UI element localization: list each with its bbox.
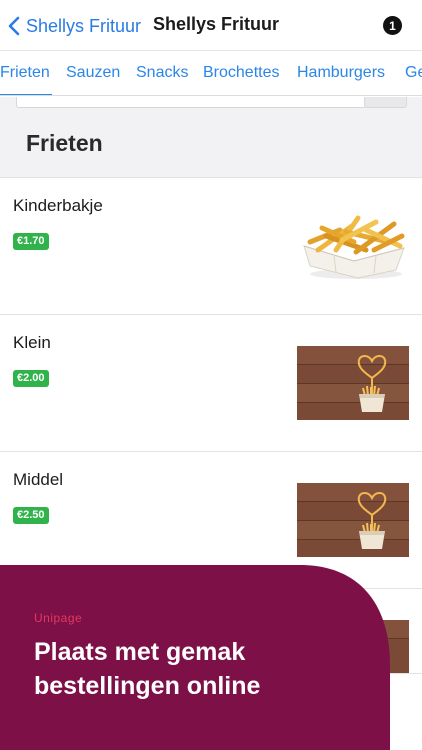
category-tabs: Frieten Sauzen Snacks Brochettes Hamburg… xyxy=(0,50,422,96)
promo-banner: Unipage Plaats met gemak bestellingen on… xyxy=(0,565,422,750)
price-badge: €2.50 xyxy=(13,507,49,524)
chevron-left-icon xyxy=(8,16,20,36)
cart-count-badge[interactable]: 1 xyxy=(383,16,402,35)
tab-sauzen[interactable]: Sauzen xyxy=(66,64,120,82)
back-button-label: Shellys Frituur xyxy=(26,15,142,36)
section-header: Frieten xyxy=(0,97,422,177)
unipage-logo: Unipage xyxy=(34,611,83,625)
fries-heart-image xyxy=(297,483,409,557)
tab-partial[interactable]: Ge xyxy=(405,64,422,82)
item-name: Klein xyxy=(13,333,51,352)
tab-frieten[interactable]: Frieten xyxy=(0,64,50,82)
tab-snacks[interactable]: Snacks xyxy=(136,64,188,82)
fries-tray-image xyxy=(296,206,411,284)
search-input[interactable] xyxy=(16,97,366,108)
item-name: Middel xyxy=(13,470,64,489)
price-badge: €2.00 xyxy=(13,370,49,387)
navigation-bar: Shellys Frituur Shellys Frituur 1 xyxy=(0,0,422,50)
section-title: Frieten xyxy=(26,130,103,156)
menu-item[interactable]: Kinderbakje €1.70 xyxy=(0,177,422,314)
page-title: Shellys Frituur xyxy=(153,14,280,34)
tab-brochettes[interactable]: Brochettes xyxy=(203,64,279,82)
promo-headline: Plaats met gemak bestellingen online xyxy=(34,635,354,703)
fries-heart-image xyxy=(297,346,409,420)
item-name: Kinderbakje xyxy=(13,196,103,215)
promo-line-1: Plaats met gemak xyxy=(34,638,246,666)
back-button[interactable]: Shellys Frituur xyxy=(8,12,141,40)
active-tab-indicator xyxy=(0,94,52,95)
tab-hamburgers[interactable]: Hamburgers xyxy=(297,64,385,82)
search-button[interactable] xyxy=(364,97,407,108)
promo-line-2: bestellingen online xyxy=(34,672,261,700)
price-badge: €1.70 xyxy=(13,233,49,250)
menu-item[interactable]: Klein €2.00 xyxy=(0,314,422,451)
